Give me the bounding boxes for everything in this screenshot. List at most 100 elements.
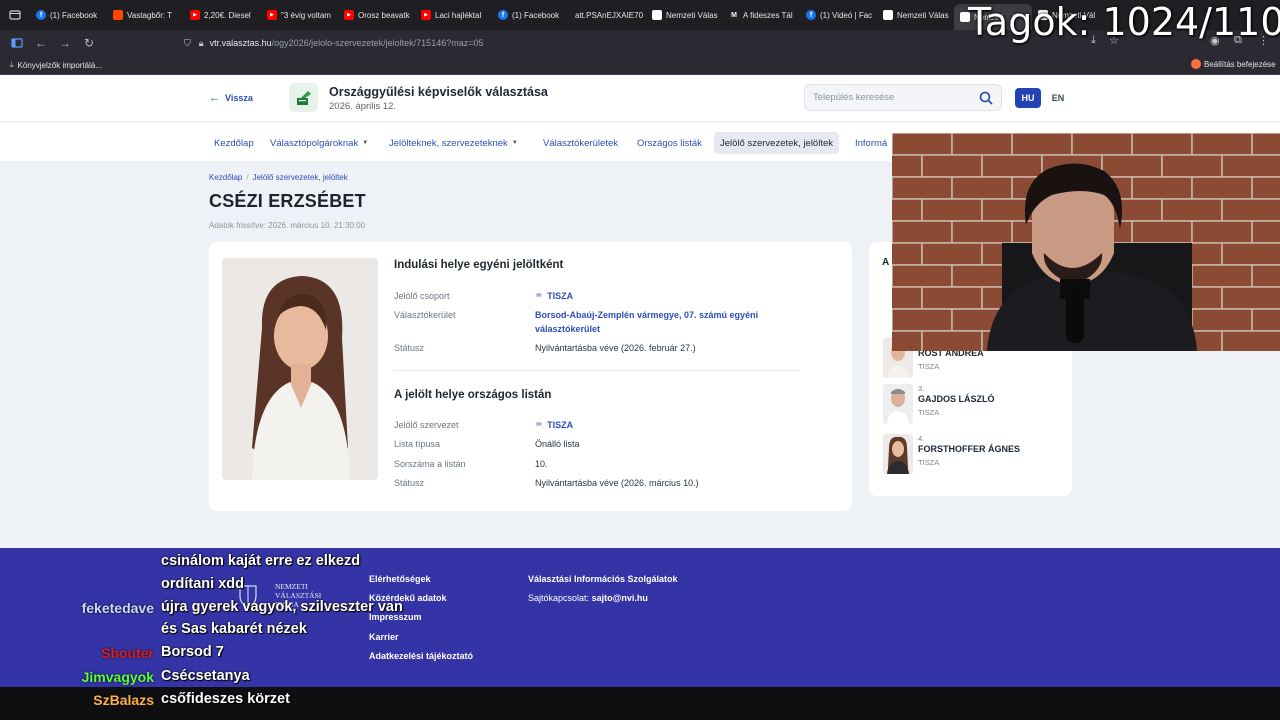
nav-item[interactable]: Informá [855, 132, 887, 154]
chat-username: Jimvagyok [81, 669, 154, 685]
finish-settings-link[interactable]: Beállítás befejezése [1204, 60, 1276, 69]
status-label: Státusz [394, 343, 425, 353]
org-value[interactable]: ♒︎ TISZA [535, 418, 573, 432]
nav-item[interactable]: Jelölő szervezetek, jelöltek [714, 132, 839, 154]
browser-tab[interactable]: f (1) Facebook [492, 3, 569, 27]
page-icon [883, 10, 893, 20]
shield-icon: ⛉ [184, 37, 191, 48]
forward-arrow-icon[interactable]: → [53, 31, 77, 55]
facebook-icon: f [36, 10, 46, 20]
reload-icon[interactable]: ↻ [77, 31, 101, 55]
browser-tab[interactable]: ▶ Laci hajléktal [415, 3, 492, 27]
browser-tab-title: Laci hajléktal [435, 10, 482, 20]
browser-tab-title: att.PSAnEJXAIE70 [575, 10, 644, 20]
member-counter-overlay: Tagok: 1024/1100 [968, 0, 1280, 44]
settlement-search-input[interactable]: Település keresése [804, 84, 1002, 111]
group-value[interactable]: ♒︎ TISZA [535, 289, 573, 303]
m-icon: M [729, 10, 739, 20]
nav-item-label: Országos listák [637, 137, 702, 149]
footer-link-career[interactable]: Karrier [369, 632, 399, 642]
browser-tab[interactable]: ▶ Orosz beavatk [338, 3, 415, 27]
chat-message: Csécsetanya [161, 668, 250, 684]
site-title[interactable]: Országgyűlési képviselők választása [329, 85, 548, 99]
back-link[interactable]: ← Vissza [209, 92, 253, 104]
tab-overview-icon[interactable] [0, 0, 30, 30]
list-item-num: 4. [918, 434, 925, 443]
browser-tab[interactable]: Nemzeti Válas [646, 3, 723, 27]
nav-item-label: Választókerületek [543, 137, 618, 149]
sidebar-toggle-icon[interactable] [5, 31, 29, 55]
ballot-logo-icon [289, 83, 318, 112]
org-label: Jelölő szervezet [394, 420, 459, 430]
chat-message: Borsod 7 [161, 644, 224, 660]
list-item-party: TISZA [918, 408, 940, 417]
tab-strip: f (1) Facebook Vastagbőr: T ▶ 2,20€. Diesel ▶… [30, 0, 1102, 30]
nav-item-label: Jelölő szervezetek, jelöltek [720, 137, 833, 149]
browser-tab[interactable]: Vastagbőr: T [107, 3, 184, 27]
footer-link-contacts[interactable]: Elérhetőségek [369, 574, 431, 584]
avatar [883, 384, 913, 424]
browser-tab-title: (1) Facebook [512, 10, 560, 20]
list-item-name: FORSTHOFFER ÁGNES [918, 444, 1021, 454]
nav-item-label: Kezdőlap [214, 137, 254, 149]
chat-message: újra gyerek vagyok, szilveszter van [161, 599, 403, 615]
lang-en-button[interactable]: EN [1045, 88, 1071, 108]
national-status-label: Státusz [394, 478, 425, 488]
section-divider [394, 370, 800, 371]
facebook-icon: f [498, 10, 508, 20]
webcam-overlay [892, 133, 1280, 351]
lang-hu-button[interactable]: HU [1015, 88, 1041, 108]
browser-tab[interactable]: att.PSAnEJXAIE70 [569, 3, 646, 27]
list-item[interactable]: 3. GAJDOS LÁSZLÓ TISZA [883, 384, 1063, 426]
youtube-icon: ▶ [344, 10, 354, 20]
district-link[interactable]: Borsod-Abaúj-Zemplén vármegye, 07. számú… [535, 308, 758, 336]
nav-item[interactable]: Jelölteknek, szervezeteknek ▼ [389, 132, 518, 154]
browser-tab[interactable]: f (1) Facebook [30, 3, 107, 27]
press-email-link[interactable]: sajto@nvi.hu [592, 593, 648, 603]
browser-tab[interactable]: ▶ "3 évig voltam [261, 3, 338, 27]
search-icon[interactable] [979, 91, 993, 105]
browser-tab-title: (1) Facebook [50, 10, 98, 20]
rank-value: 10. [535, 459, 548, 469]
chat-username: Sbouter [101, 645, 154, 661]
arrow-left-icon: ← [209, 92, 220, 104]
footer-org-title: Választási Információs Szolgálatok [528, 574, 678, 584]
org-value-text: TISZA [547, 420, 574, 430]
breadcrumb-current[interactable]: Jelölő szervezetek, jelöltek [253, 173, 348, 182]
nav-item-label: Informá [855, 137, 888, 149]
import-bookmarks-link[interactable]: Könyvjelzők importálá... [18, 61, 102, 70]
footer-press-contact: Sajtókapcsolat: sajto@nvi.hu [528, 593, 648, 603]
browser-tab[interactable]: f (1) Videó | Fac [800, 3, 877, 27]
browser-tab[interactable]: M A fideszes Tál [723, 3, 800, 27]
nav-item[interactable]: Országos listák [637, 132, 702, 154]
reddit-icon [113, 10, 123, 20]
search-placeholder: Település keresése [813, 92, 895, 103]
facebook-icon: f [806, 10, 816, 20]
tisza-logo-icon: ♒︎ [535, 420, 543, 429]
logo-line-1: NEMZETI [275, 582, 308, 591]
list-item[interactable]: 4. FORSTHOFFER ÁGNES TISZA [883, 434, 1063, 476]
back-arrow-icon[interactable]: ← [29, 31, 53, 55]
district-line-2: választókerület [535, 324, 601, 334]
youtube-icon: ▶ [421, 10, 431, 20]
footer-link-privacy[interactable]: Adatkezelési tájékoztató [369, 651, 473, 661]
list-card-title: A [882, 257, 890, 268]
browser-tab-title: Nemzeti Válas [897, 10, 949, 20]
avatar [883, 434, 913, 474]
browser-tab-title: Orosz beavatk [358, 10, 410, 20]
group-label: Jelölő csoport [394, 291, 450, 301]
list-item-party: TISZA [918, 458, 940, 467]
nav-item[interactable]: Választópolgároknak ▼ [270, 132, 368, 154]
chat-username: SzBalazs [93, 692, 154, 708]
list-item-num: 3. [918, 384, 925, 393]
nav-item[interactable]: Választókerületek [543, 132, 618, 154]
updated-timestamp: Adatok frissítve: 2026. március 10. 21:3… [209, 221, 366, 230]
browser-tab[interactable]: Nemzeti Válas [877, 3, 954, 27]
breadcrumb-home[interactable]: Kezdőlap [209, 173, 242, 182]
chat-message: csőfideszes körzet [161, 691, 290, 707]
nav-item[interactable]: Kezdőlap [214, 132, 254, 154]
browser-tab[interactable]: ▶ 2,20€. Diesel [184, 3, 261, 27]
lock-icon: 🔒︎ [198, 37, 204, 48]
individual-section-title: Indulási helye egyéni jelöltként [394, 259, 564, 271]
list-item-party: TISZA [918, 362, 940, 371]
